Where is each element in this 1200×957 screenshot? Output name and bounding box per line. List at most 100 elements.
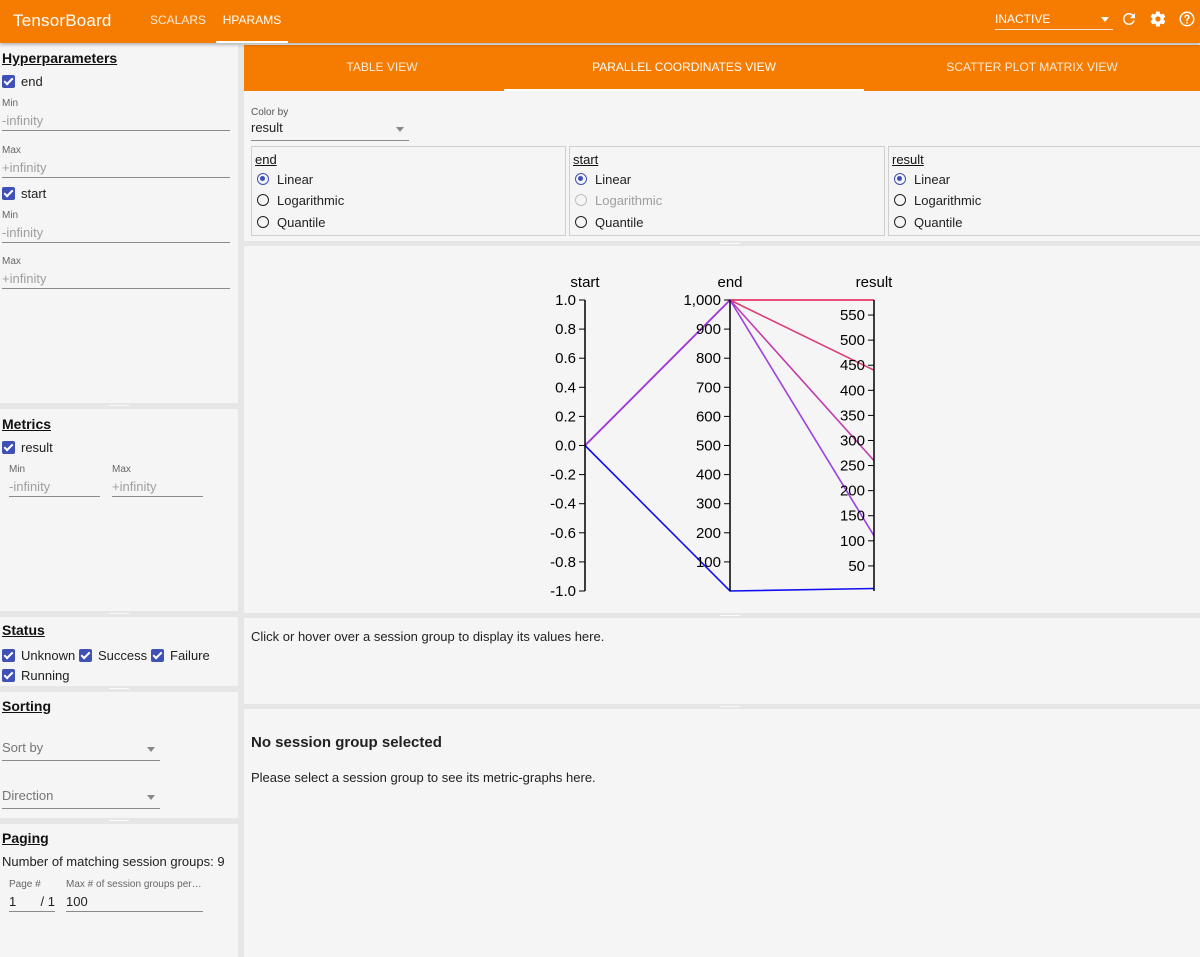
run-status-select[interactable]: INACTIVE <box>995 8 1113 30</box>
min-input[interactable]: -infinity <box>2 113 230 131</box>
color-by-select[interactable]: result <box>251 119 409 141</box>
hparams-sidebar: Hyperparameters end Min -infinity Max +i… <box>0 45 238 957</box>
hyperparameters-section: Hyperparameters end Min -infinity Max +i… <box>0 45 238 403</box>
metric-graphs-panel: No session group selected Please select … <box>244 709 1200 957</box>
page-total: / 1 <box>40 894 55 909</box>
checkbox-checked-icon <box>2 74 15 88</box>
tab-scatter-plot-matrix-view[interactable]: SCATTER PLOT MATRIX VIEW <box>864 45 1200 91</box>
max-groups-input[interactable]: 100 <box>66 894 203 912</box>
paging-section: Paging Number of matching session groups… <box>0 824 238 957</box>
scale-box-title: start <box>573 152 599 167</box>
radio-label: Logarithmic <box>595 192 663 208</box>
chevron-down-icon <box>396 127 404 132</box>
radio-icon <box>257 194 269 206</box>
radio-label: Linear <box>595 171 632 187</box>
radio-label: Quantile <box>595 214 644 230</box>
hparam-end-checkbox[interactable]: end <box>2 73 43 89</box>
scale-logarithmic-radio[interactable]: Logarithmic <box>894 192 981 208</box>
hparam-end-min-field[interactable]: Min -infinity <box>2 98 230 131</box>
paging-title: Paging <box>2 830 49 846</box>
min-input[interactable]: -infinity <box>2 225 230 243</box>
sort-by-select[interactable]: Sort by <box>2 739 160 761</box>
hparam-start-max-field[interactable]: Max +infinity <box>2 256 230 289</box>
status-failure-label: Failure <box>170 647 210 663</box>
max-label: Max <box>112 464 131 475</box>
max-input[interactable]: +infinity <box>2 271 230 289</box>
hparam-start-checkbox[interactable]: start <box>2 185 46 201</box>
max-label: Max <box>2 256 21 267</box>
axis-end-tick-label: 800 <box>696 350 721 367</box>
status-unknown-label: Unknown <box>21 647 76 663</box>
axis-result-tick-label: 150 <box>840 508 865 525</box>
axis-end-tick-label: 300 <box>696 496 721 513</box>
max-input[interactable]: +infinity <box>2 160 230 178</box>
tab-hparams[interactable]: HPARAMS <box>216 0 288 43</box>
metric-result-label: result <box>21 439 53 455</box>
direction-select[interactable]: Direction <box>2 787 160 809</box>
axis-start-tick-label: -0.6 <box>550 525 576 542</box>
scale-quantile-radio[interactable]: Quantile <box>575 214 643 230</box>
checkbox-checked-icon <box>2 440 15 454</box>
no-selection-title: No session group selected <box>251 734 442 751</box>
settings-icon[interactable] <box>1149 10 1167 28</box>
tab-scalars[interactable]: SCALARS <box>140 0 216 43</box>
scale-box-end: end Linear Logarithmic Quantile <box>251 146 566 236</box>
hover-hint-text: Click or hover over a session group to d… <box>251 629 605 644</box>
max-groups-field[interactable]: Max # of session groups per… 100 <box>66 879 203 912</box>
axis-start-tick-label: 0.0 <box>555 438 576 455</box>
radio-icon <box>575 216 587 228</box>
max-groups-label: Max # of session groups per… <box>66 879 202 890</box>
scale-logarithmic-radio: Logarithmic <box>575 192 662 208</box>
max-input[interactable]: +infinity <box>112 479 203 497</box>
tab-table-view[interactable]: TABLE VIEW <box>244 45 520 91</box>
page-number-field[interactable]: Page # 1 / 1 <box>9 879 55 912</box>
app-title: TensorBoard <box>13 11 112 30</box>
scale-linear-radio[interactable]: Linear <box>257 171 313 187</box>
axis-result-tick-label: 400 <box>840 382 865 399</box>
scale-quantile-radio[interactable]: Quantile <box>257 214 325 230</box>
axis-result-tick-label: 450 <box>840 357 865 374</box>
scale-box-start: start Linear Logarithmic Quantile <box>569 146 885 236</box>
metric-result-min-field[interactable]: Min -infinity <box>9 464 100 497</box>
page-input[interactable]: 1 / 1 <box>9 894 55 912</box>
scale-logarithmic-radio[interactable]: Logarithmic <box>257 192 344 208</box>
axis-end-tick-label: 500 <box>696 438 721 455</box>
metric-result-checkbox[interactable]: result <box>2 439 53 455</box>
axis-result-tick-label: 100 <box>840 533 865 550</box>
status-success-checkbox[interactable]: Success <box>79 647 147 663</box>
checkbox-checked-icon <box>2 668 15 682</box>
refresh-icon[interactable] <box>1120 10 1138 28</box>
axis-start-tick-label: -0.8 <box>550 554 576 571</box>
metric-result-max-field[interactable]: Max +infinity <box>112 464 203 497</box>
axis-result-tick-label: 550 <box>840 307 865 324</box>
status-running-checkbox[interactable]: Running <box>2 667 69 683</box>
axis-end-tick-label: 400 <box>696 467 721 484</box>
run-status-value: INACTIVE <box>995 12 1051 26</box>
scale-quantile-radio[interactable]: Quantile <box>894 214 962 230</box>
min-label: Min <box>2 210 19 221</box>
hparam-end-max-field[interactable]: Max +infinity <box>2 145 230 178</box>
radio-icon <box>894 194 906 206</box>
help-icon[interactable] <box>1178 10 1196 28</box>
radio-label: Logarithmic <box>914 192 982 208</box>
scale-linear-radio[interactable]: Linear <box>575 171 631 187</box>
status-unknown-checkbox[interactable]: Unknown <box>2 647 75 663</box>
radio-label: Quantile <box>914 214 963 230</box>
status-failure-checkbox[interactable]: Failure <box>151 647 210 663</box>
scale-linear-radio[interactable]: Linear <box>894 171 950 187</box>
radio-icon <box>575 194 587 206</box>
chevron-down-icon <box>147 747 155 752</box>
axis-result-tick-label: 300 <box>840 432 865 449</box>
tab-parallel-coordinates-view[interactable]: PARALLEL COORDINATES VIEW <box>504 45 864 91</box>
hparam-start-label: start <box>21 185 47 201</box>
axis-end-tick-label: 100 <box>696 554 721 571</box>
checkbox-checked-icon <box>151 648 164 662</box>
hparam-start-min-field[interactable]: Min -infinity <box>2 210 230 243</box>
view-tabs: TABLE VIEW PARALLEL COORDINATES VIEW SCA… <box>244 45 1200 91</box>
checkbox-checked-icon <box>2 648 15 662</box>
parallel-coords-panel: start 1.0 0.8 0.6 0.4 0.2 0.0 -0.2 -0.4 -0.6 -0.8 -… <box>244 246 1200 613</box>
min-input[interactable]: -infinity <box>9 479 100 497</box>
scale-box-title: end <box>255 152 277 167</box>
parallel-coordinates-chart[interactable]: start1.0 0.8 0.6 0.4 0.2 0.0 -0.2 -0.4 -0.6 -0.8 -… <box>244 246 1200 613</box>
axis-result-tick-label: 500 <box>840 332 865 349</box>
